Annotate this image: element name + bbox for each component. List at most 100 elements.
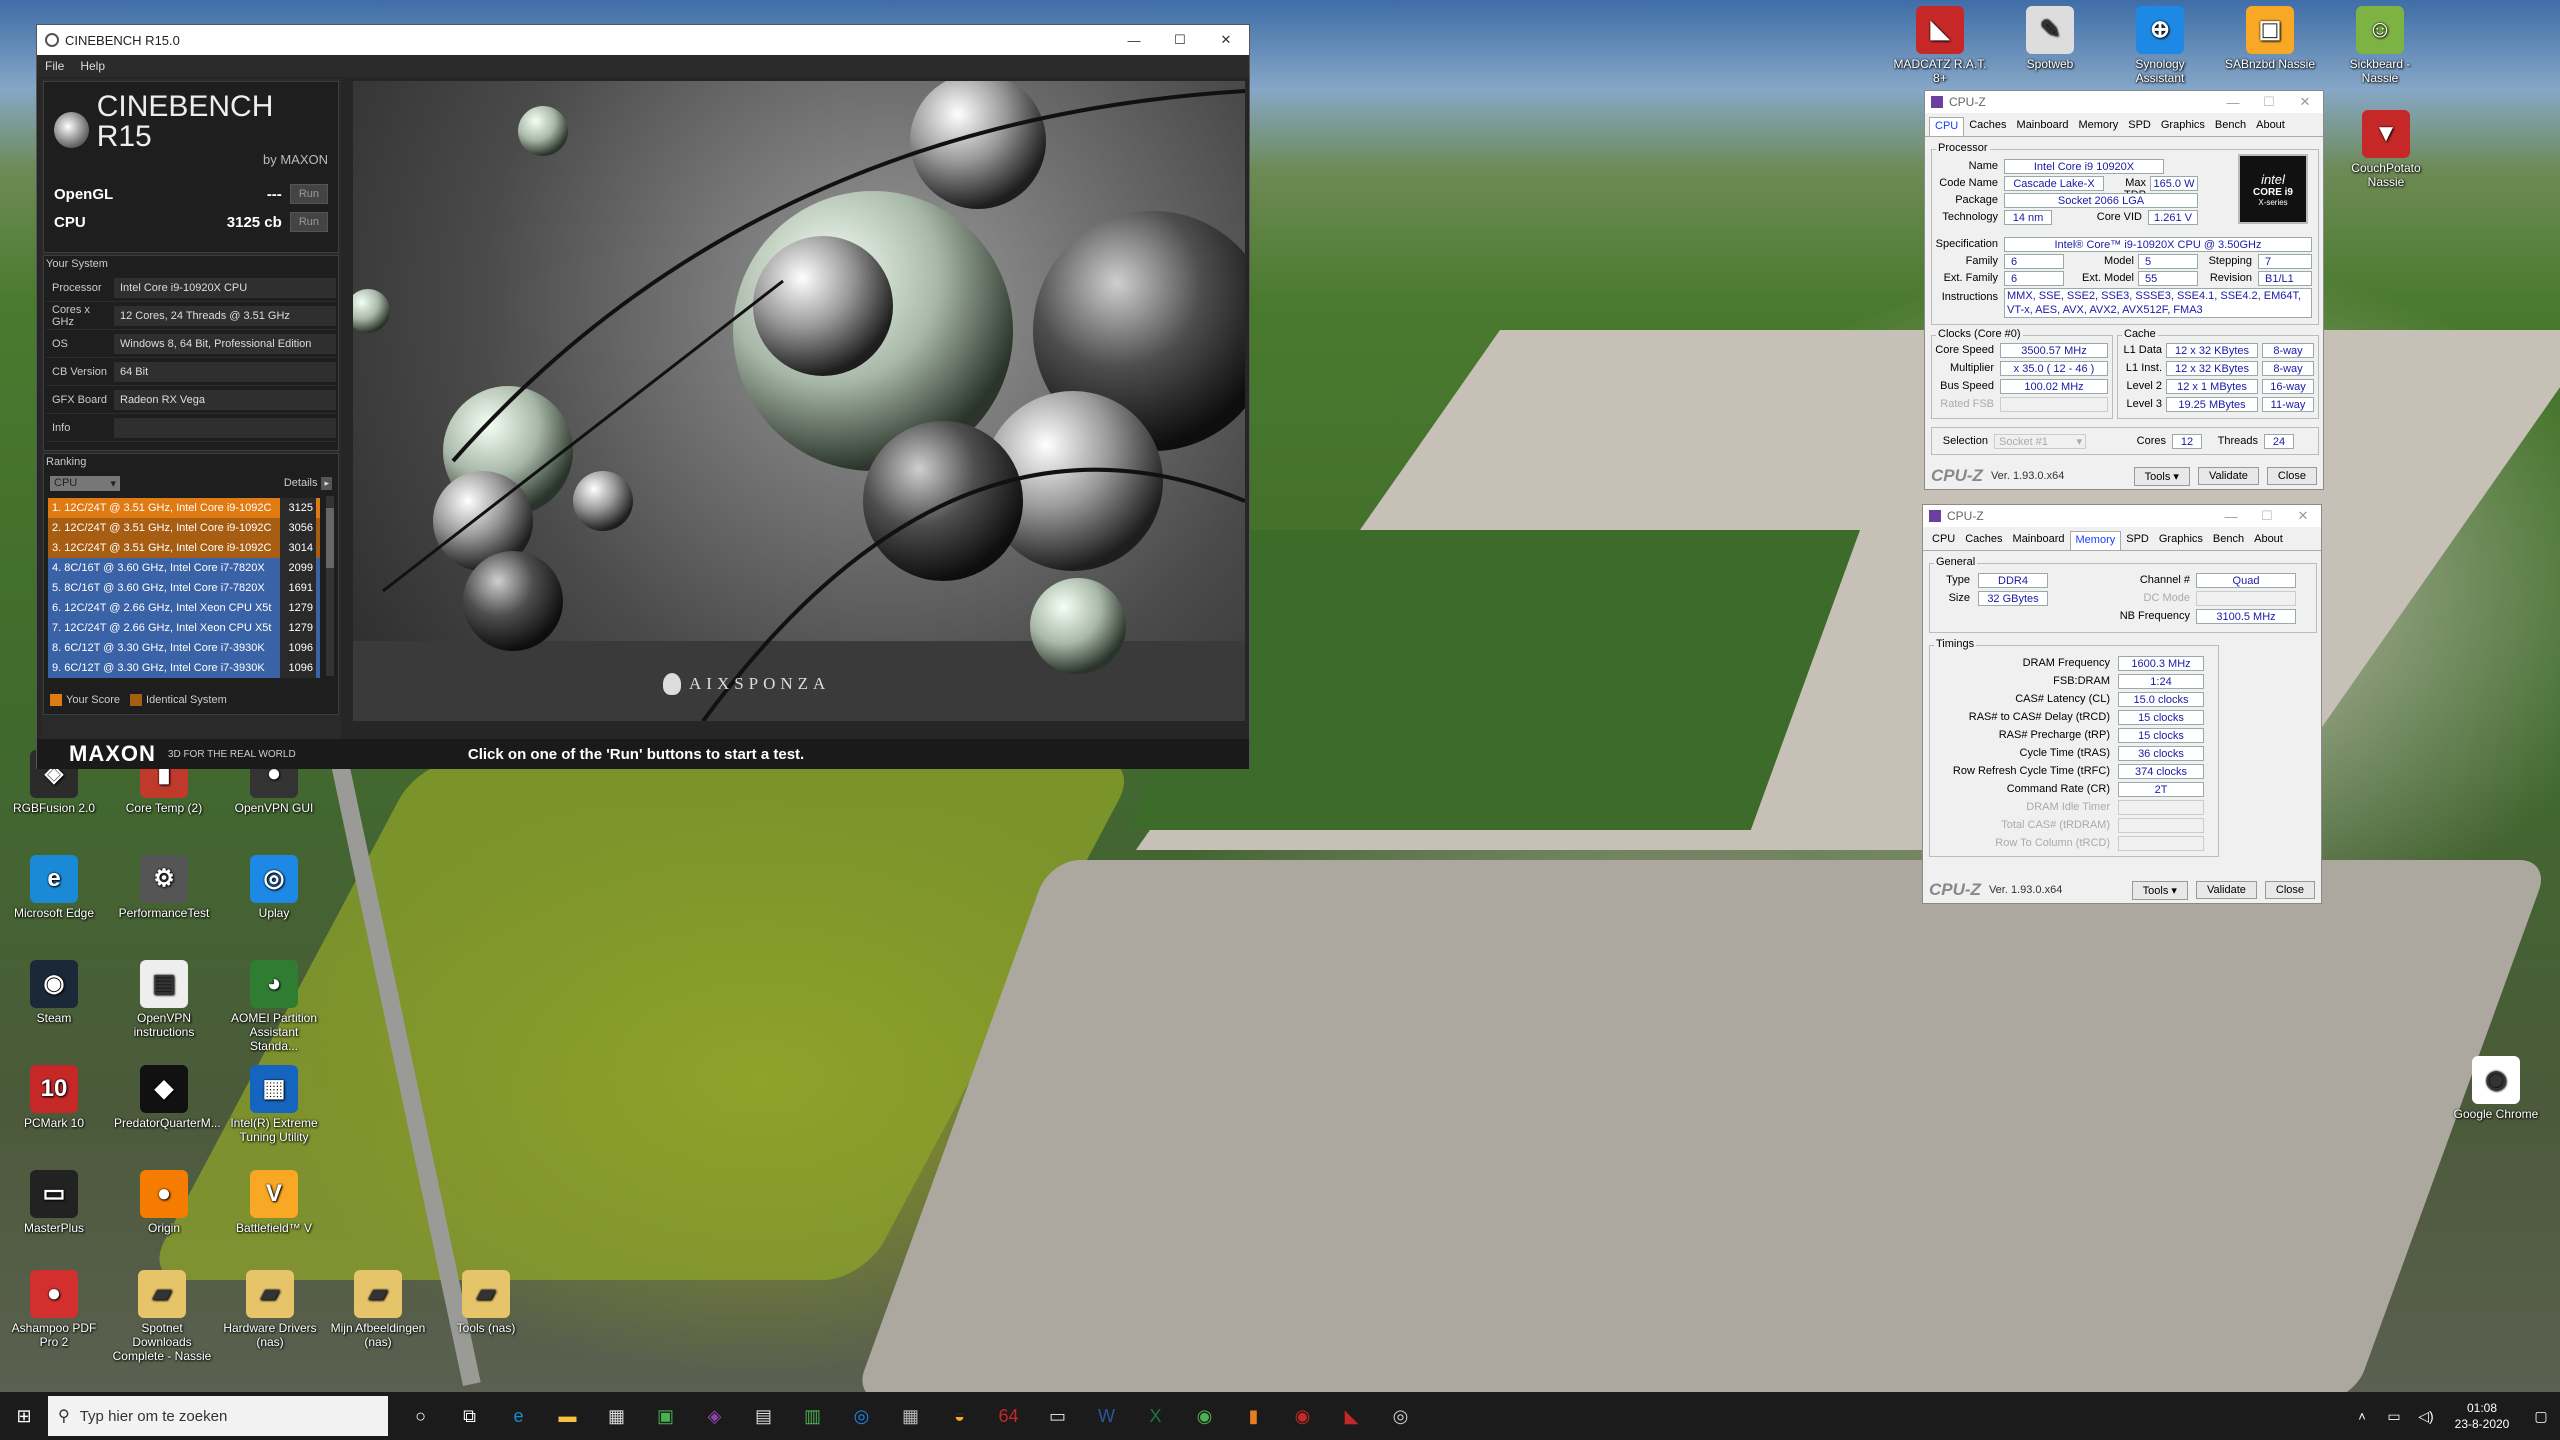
ranking-row[interactable]: 3. 12C/24T @ 3.51 GHz, Intel Core i9-109…	[48, 538, 320, 558]
windows-start-icon[interactable]: ⊞	[4, 1396, 44, 1436]
taskbar-cortana-icon[interactable]: ○	[400, 1396, 441, 1436]
desktop-icon[interactable]: ● Origin	[114, 1170, 214, 1235]
validate-button[interactable]: Validate	[2197, 467, 2259, 485]
taskbar-app6-icon[interactable]: ▤	[743, 1396, 784, 1436]
tab-graphics[interactable]: Graphics	[2156, 117, 2210, 136]
menu-file[interactable]: File	[45, 59, 64, 73]
volume-icon[interactable]: ◁)	[2414, 1396, 2438, 1436]
desktop-icon[interactable]: ▭ MasterPlus	[4, 1170, 104, 1235]
taskbar-hwinfo-icon[interactable]: ▮	[1233, 1396, 1274, 1436]
desktop-icon[interactable]: ▼ CouchPotato Nassie	[2336, 110, 2436, 189]
close-button[interactable]: ✕	[2287, 94, 2323, 110]
notifications-icon[interactable]: ▢	[2526, 1396, 2556, 1436]
desktop-icon[interactable]: ▤ OpenVPN instructions	[114, 960, 214, 1039]
cinebench-titlebar[interactable]: CINEBENCH R15.0 — ☐ ✕	[37, 25, 1249, 55]
ranking-scrollbar[interactable]	[326, 496, 334, 676]
desktop-icon[interactable]: ◕ AOMEI Partition Assistant Standa...	[224, 960, 324, 1053]
ranking-select[interactable]: CPU ▾	[50, 475, 120, 491]
ranking-row[interactable]: 8. 6C/12T @ 3.30 GHz, Intel Core i7-3930…	[48, 638, 320, 658]
tab-bench[interactable]: Bench	[2208, 531, 2249, 550]
tab-spd[interactable]: SPD	[2123, 117, 2156, 136]
close-button[interactable]: ✕	[1203, 32, 1249, 48]
tab-mainboard[interactable]: Mainboard	[2012, 117, 2074, 136]
tab-about[interactable]: About	[2251, 117, 2290, 136]
ranking-row[interactable]: 7. 12C/24T @ 2.66 GHz, Intel Xeon CPU X5…	[48, 618, 320, 638]
close-window-button[interactable]: Close	[2264, 881, 2315, 899]
desktop-icon[interactable]: ▣ SABnzbd Nassie	[2220, 6, 2320, 71]
ranking-list[interactable]: 1. 12C/24T @ 3.51 GHz, Intel Core i9-109…	[46, 498, 336, 678]
tab-cpu[interactable]: CPU	[1927, 531, 1960, 550]
desktop-icon[interactable]: ◣ MADCATZ R.A.T. 8+	[1890, 6, 1990, 85]
desktop-icon[interactable]: ▰ Tools (nas)	[436, 1270, 536, 1335]
taskbar-excel-icon[interactable]: X	[1135, 1396, 1176, 1436]
tab-mainboard[interactable]: Mainboard	[2008, 531, 2070, 550]
taskbar-store-icon[interactable]: ▦	[596, 1396, 637, 1436]
minimize-button[interactable]: —	[2213, 509, 2249, 524]
taskbar-uplay-icon[interactable]: ◎	[841, 1396, 882, 1436]
taskbar-outlook-icon[interactable]: ▭	[1037, 1396, 1078, 1436]
maximize-button[interactable]: ☐	[1157, 32, 1203, 48]
tools-button[interactable]: Tools ▾	[2131, 880, 2188, 900]
tab-cpu[interactable]: CPU	[1929, 117, 1965, 136]
desktop-icon[interactable]: ◉ Google Chrome	[2446, 1056, 2546, 1121]
desktop-icon[interactable]: 10 PCMark 10	[4, 1065, 104, 1130]
desktop-icon[interactable]: V Battlefield™ V	[224, 1170, 324, 1235]
ranking-row[interactable]: 9. 6C/12T @ 3.30 GHz, Intel Core i7-3930…	[48, 658, 320, 678]
cinebench-window[interactable]: CINEBENCH R15.0 — ☐ ✕ File Help CINEBENC…	[36, 24, 1250, 769]
selection-dropdown[interactable]: Socket #1 ▾	[1994, 434, 2086, 449]
maximize-button[interactable]: ☐	[2249, 508, 2285, 524]
tab-about[interactable]: About	[2249, 531, 2288, 550]
details-label[interactable]: Details	[284, 477, 318, 489]
tray-chevron-up-icon[interactable]: ˄	[2350, 1396, 2374, 1436]
desktop-icon[interactable]: ⚙ PerformanceTest	[114, 855, 214, 920]
network-icon[interactable]: ▭	[2382, 1396, 2406, 1436]
cpuz-titlebar[interactable]: CPU-Z — ☐ ✕	[1925, 91, 2323, 113]
desktop-icon[interactable]: ✎ Spotweb	[2000, 6, 2100, 71]
opengl-run-button[interactable]: Run	[289, 184, 328, 204]
desktop-icon[interactable]: ◎ Uplay	[224, 855, 324, 920]
desktop-icon[interactable]: ▰ Hardware Drivers (nas)	[220, 1270, 320, 1349]
cpuz-titlebar[interactable]: CPU-Z — ☐ ✕	[1923, 505, 2321, 527]
ranking-row[interactable]: 4. 8C/16T @ 3.60 GHz, Intel Core i7-7820…	[48, 558, 320, 578]
taskbar-xbox-icon[interactable]: ▣	[645, 1396, 686, 1436]
details-arrow-icon[interactable]: ▸	[321, 476, 332, 490]
taskbar-clock[interactable]: 01:08 23-8-2020	[2442, 1400, 2522, 1432]
taskbar-explorer-icon[interactable]: ▬	[547, 1396, 588, 1436]
taskbar-word-icon[interactable]: W	[1086, 1396, 1127, 1436]
desktop-icon[interactable]: ▰ Spotnet Downloads Complete - Nassie	[112, 1270, 212, 1363]
taskbar-edge-icon[interactable]: e	[498, 1396, 539, 1436]
ranking-row[interactable]: 5. 8C/16T @ 3.60 GHz, Intel Core i7-7820…	[48, 578, 320, 598]
desktop-icon[interactable]: ⊕ Synology Assistant	[2110, 6, 2210, 85]
desktop-icon[interactable]: e Microsoft Edge	[4, 855, 104, 920]
taskbar-app18-icon[interactable]: ◉	[1282, 1396, 1323, 1436]
tab-memory[interactable]: Memory	[2069, 531, 2122, 550]
taskbar-cinebench-icon[interactable]: ◎	[1380, 1396, 1421, 1436]
desktop-icon[interactable]: ☺ Sickbeard - Nassie	[2330, 6, 2430, 85]
taskbar-cpuz-icon[interactable]: ◈	[694, 1396, 735, 1436]
maximize-button[interactable]: ☐	[2251, 94, 2287, 110]
taskbar-app9-icon[interactable]: ▦	[890, 1396, 931, 1436]
ranking-row[interactable]: 6. 12C/24T @ 2.66 GHz, Intel Xeon CPU X5…	[48, 598, 320, 618]
tools-button[interactable]: Tools ▾	[2133, 466, 2190, 486]
minimize-button[interactable]: —	[1111, 33, 1157, 48]
close-button[interactable]: ✕	[2285, 508, 2321, 524]
cpuz-cpu-window[interactable]: CPU-Z — ☐ ✕ CPU Caches Mainboard Memory SPD G…	[1924, 90, 2324, 490]
taskbar-task-view-icon[interactable]: ⧉	[449, 1396, 490, 1436]
desktop-icon[interactable]: ▦ Intel(R) Extreme Tuning Utility	[224, 1065, 324, 1144]
tab-caches[interactable]: Caches	[1960, 531, 2007, 550]
taskbar-app10-icon[interactable]: ◒	[939, 1396, 980, 1436]
taskbar-aida64-icon[interactable]: 64	[988, 1396, 1029, 1436]
tab-spd[interactable]: SPD	[2121, 531, 2154, 550]
tab-graphics[interactable]: Graphics	[2154, 531, 2208, 550]
tab-bench[interactable]: Bench	[2210, 117, 2251, 136]
taskbar-search-box[interactable]: ⚲ Typ hier om te zoeken	[48, 1396, 388, 1436]
validate-button[interactable]: Validate	[2195, 881, 2257, 899]
tab-memory[interactable]: Memory	[2074, 117, 2124, 136]
taskbar-app7-icon[interactable]: ▥	[792, 1396, 833, 1436]
ranking-row[interactable]: 1. 12C/24T @ 3.51 GHz, Intel Core i9-109…	[48, 498, 320, 518]
desktop-icon[interactable]: ◆ PredatorQuarterM...	[114, 1065, 221, 1130]
desktop-icon[interactable]: ◉ Steam	[4, 960, 104, 1025]
cpuz-memory-window[interactable]: CPU-Z — ☐ ✕ CPU Caches Mainboard Memory SPD G…	[1922, 504, 2322, 904]
menu-help[interactable]: Help	[80, 59, 105, 73]
desktop-icon[interactable]: ● Ashampoo PDF Pro 2	[4, 1270, 104, 1349]
